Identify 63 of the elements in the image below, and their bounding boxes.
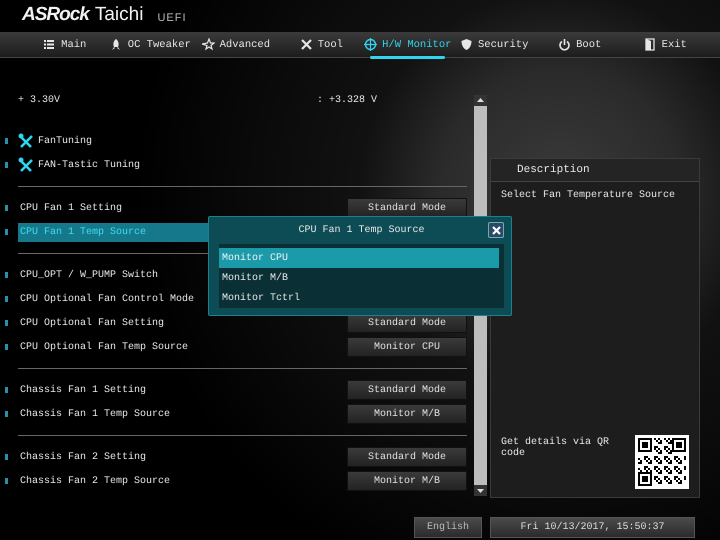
bullet-icon <box>5 162 8 168</box>
setting-label[interactable]: Chassis Fan 2 Setting <box>18 448 148 466</box>
wrench-icon <box>18 133 34 149</box>
bullet-icon <box>5 138 8 144</box>
list-icon <box>43 38 56 51</box>
panel-title: Description <box>517 164 590 176</box>
setting-label[interactable]: Chassis Fan 1 Setting <box>18 382 148 398</box>
bullet-icon <box>5 344 8 350</box>
qr-hint-text: Get details via QR code <box>501 436 610 459</box>
bullet-icon <box>5 454 8 460</box>
nav-tab[interactable]: OC Tweaker <box>108 32 194 57</box>
nav-tab[interactable]: Exit <box>622 32 708 57</box>
value-button[interactable]: Standard Mode <box>347 447 467 467</box>
value-button[interactable]: Standard Mode <box>347 198 467 218</box>
date-time: Fri 10/13/2017, 15:50:37 <box>490 517 695 538</box>
option-item[interactable]: Monitor M/B <box>219 268 499 288</box>
shield-icon <box>460 38 473 51</box>
star-icon <box>202 38 215 51</box>
setting-label[interactable]: CPU Fan 1 Setting <box>18 200 124 216</box>
value-button[interactable]: Monitor M/B <box>347 404 467 424</box>
qr-code <box>635 435 689 489</box>
nav-tab[interactable]: Boot <box>536 32 622 57</box>
setting-label[interactable]: CPU_OPT / W_PUMP Switch <box>18 266 160 284</box>
option-item[interactable]: Monitor Tctrl <box>219 288 499 308</box>
voltage-reading: : +3.328 V <box>317 94 378 106</box>
close-icon <box>492 226 500 234</box>
bullet-icon <box>5 320 8 326</box>
rocket-icon <box>110 38 123 51</box>
bullet-icon <box>5 296 8 302</box>
power-icon <box>558 38 572 51</box>
brand-logo: ASRock <box>22 4 89 26</box>
nav-tab[interactable]: Security <box>451 32 537 57</box>
uefi-label: UEFI <box>157 12 186 24</box>
model-name: Taichi <box>94 4 144 26</box>
voltage-label: + 3.30V <box>18 94 60 106</box>
tool-link[interactable]: FanTuning <box>38 132 94 150</box>
nav-tab[interactable]: H/W Monitor <box>364 32 452 57</box>
bullet-icon <box>5 387 8 393</box>
close-button[interactable] <box>488 222 504 238</box>
bullet-icon <box>5 272 8 278</box>
setting-label[interactable]: CPU Optional Fan Setting <box>18 314 166 332</box>
bullet-icon <box>5 478 8 484</box>
value-button[interactable]: Standard Mode <box>347 380 467 400</box>
value-button[interactable]: Monitor M/B <box>347 471 467 491</box>
nav-tab[interactable]: Main <box>22 32 108 57</box>
setting-label[interactable]: Chassis Fan 2 Temp Source <box>18 472 172 490</box>
tools-icon <box>300 38 313 51</box>
wrench-icon <box>18 157 34 173</box>
setting-label[interactable]: CPU Optional Fan Control Mode <box>18 290 196 308</box>
bullet-icon <box>5 229 8 235</box>
nav-tab[interactable]: Advanced <box>193 32 279 57</box>
setting-label[interactable]: CPU Optional Fan Temp Source <box>18 338 190 356</box>
value-button[interactable]: Monitor CPU <box>347 337 467 357</box>
description-text: Select Fan Temperature Source <box>500 188 676 203</box>
setting-label[interactable]: Chassis Fan 1 Temp Source <box>18 406 172 422</box>
door-icon <box>644 38 657 51</box>
dialog-title: CPU Fan 1 Temp Source <box>298 224 425 236</box>
crosshair-icon <box>364 38 378 51</box>
nav-tab[interactable]: Tool <box>278 32 364 57</box>
bullet-icon <box>5 411 8 417</box>
tool-link[interactable]: FAN-Tastic Tuning <box>38 156 142 174</box>
bullet-icon <box>5 205 8 211</box>
language-button[interactable]: English <box>414 517 482 538</box>
